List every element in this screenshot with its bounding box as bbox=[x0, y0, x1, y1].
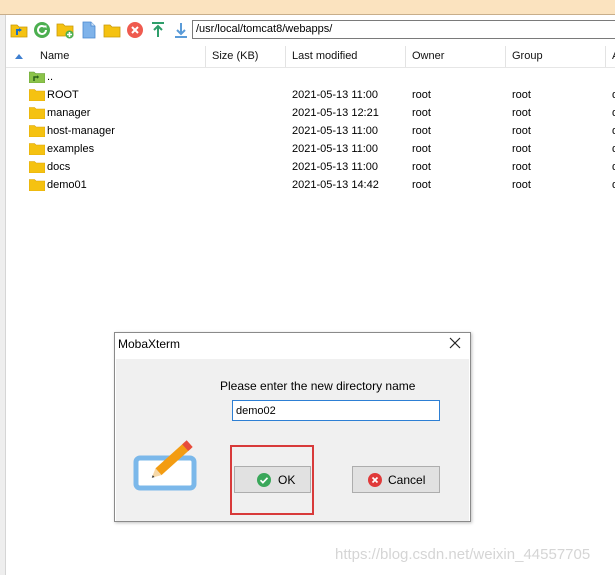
column-extra[interactable]: A bbox=[606, 46, 615, 67]
file-modified-cell: 2021-05-13 14:42 bbox=[292, 179, 379, 191]
column-group[interactable]: Group bbox=[506, 46, 606, 67]
delete-icon[interactable] bbox=[126, 21, 144, 39]
edit-pencil-icon bbox=[133, 434, 199, 496]
file-owner-cell: root bbox=[412, 161, 431, 173]
file-modified-cell: 2021-05-13 11:00 bbox=[292, 161, 379, 173]
folder-icon bbox=[28, 143, 46, 156]
column-size[interactable]: Size (KB) bbox=[206, 46, 286, 67]
cancel-button[interactable]: Cancel bbox=[352, 466, 440, 493]
folder-icon bbox=[28, 179, 46, 192]
column-modified[interactable]: Last modified bbox=[286, 46, 406, 67]
file-row[interactable]: examples2021-05-13 11:00rootrootd bbox=[6, 140, 615, 158]
file-owner-cell: root bbox=[412, 179, 431, 191]
folder-icon bbox=[28, 107, 46, 120]
download-icon[interactable] bbox=[172, 21, 190, 39]
parent-folder-icon bbox=[28, 71, 46, 84]
file-row[interactable]: ROOT2021-05-13 11:00rootrootd bbox=[6, 86, 615, 104]
file-group-cell: root bbox=[512, 107, 531, 119]
watermark: https://blog.csdn.net/weixin_44557705 bbox=[335, 546, 591, 563]
file-modified-cell: 2021-05-13 11:00 bbox=[292, 143, 379, 155]
file-name-cell: docs bbox=[47, 161, 71, 173]
file-row[interactable]: .. bbox=[6, 68, 615, 86]
file-group-cell: root bbox=[512, 143, 531, 155]
file-group-cell: root bbox=[512, 179, 531, 191]
file-name-cell: ROOT bbox=[47, 89, 79, 101]
column-name-label: Name bbox=[40, 50, 70, 62]
file-modified-cell: 2021-05-13 11:00 bbox=[292, 125, 379, 137]
window-top-frame bbox=[0, 0, 615, 14]
file-owner-cell: root bbox=[412, 125, 431, 137]
column-name[interactable]: Name bbox=[6, 46, 206, 67]
close-icon[interactable] bbox=[448, 336, 462, 350]
file-owner-cell: root bbox=[412, 107, 431, 119]
new-folder-icon[interactable] bbox=[56, 21, 74, 39]
file-name-cell: .. bbox=[47, 71, 54, 83]
file-group-cell: root bbox=[512, 89, 531, 101]
file-name-cell: host-manager bbox=[47, 125, 115, 137]
file-row[interactable]: docs2021-05-13 11:00rootrootd bbox=[6, 158, 615, 176]
cancel-icon bbox=[368, 473, 382, 487]
column-modified-label: Last modified bbox=[292, 50, 358, 62]
cancel-label: Cancel bbox=[388, 473, 426, 487]
column-group-label: Group bbox=[512, 50, 543, 62]
file-row[interactable]: demo012021-05-13 14:42rootrootd bbox=[6, 176, 615, 194]
ok-highlight-box bbox=[230, 445, 314, 515]
upload-icon[interactable] bbox=[149, 21, 167, 39]
directory-name-input[interactable] bbox=[232, 400, 440, 421]
file-row[interactable]: host-manager2021-05-13 11:00rootrootd bbox=[6, 122, 615, 140]
window-top-divider bbox=[0, 14, 615, 15]
folder-icon bbox=[28, 125, 46, 138]
open-folder-icon[interactable] bbox=[103, 21, 121, 39]
file-browser-toolbar: /usr/local/tomcat8/webapps/ bbox=[6, 17, 615, 43]
file-group-cell: root bbox=[512, 125, 531, 137]
new-file-icon[interactable] bbox=[80, 21, 98, 39]
path-input[interactable]: /usr/local/tomcat8/webapps/ bbox=[192, 20, 615, 39]
file-list-header: Name Size (KB) Last modified Owner Group… bbox=[6, 46, 615, 68]
refresh-icon[interactable] bbox=[33, 21, 51, 39]
file-name-cell: manager bbox=[47, 107, 91, 119]
file-row[interactable]: manager2021-05-13 12:21rootrootd bbox=[6, 104, 615, 122]
dialog-title: MobaXterm bbox=[118, 337, 181, 351]
file-modified-cell: 2021-05-13 11:00 bbox=[292, 89, 379, 101]
column-owner[interactable]: Owner bbox=[406, 46, 506, 67]
column-size-label: Size (KB) bbox=[212, 50, 259, 62]
column-owner-label: Owner bbox=[412, 50, 445, 62]
folder-icon bbox=[28, 161, 46, 174]
dialog-prompt: Please enter the new directory name bbox=[220, 379, 416, 393]
file-modified-cell: 2021-05-13 12:21 bbox=[292, 107, 379, 119]
file-name-cell: examples bbox=[47, 143, 95, 155]
file-name-cell: demo01 bbox=[47, 179, 87, 191]
sort-ascending-icon bbox=[15, 54, 23, 59]
file-owner-cell: root bbox=[412, 143, 431, 155]
file-owner-cell: root bbox=[412, 89, 431, 101]
parent-directory-icon[interactable] bbox=[10, 21, 28, 39]
file-group-cell: root bbox=[512, 161, 531, 173]
folder-icon bbox=[28, 89, 46, 102]
